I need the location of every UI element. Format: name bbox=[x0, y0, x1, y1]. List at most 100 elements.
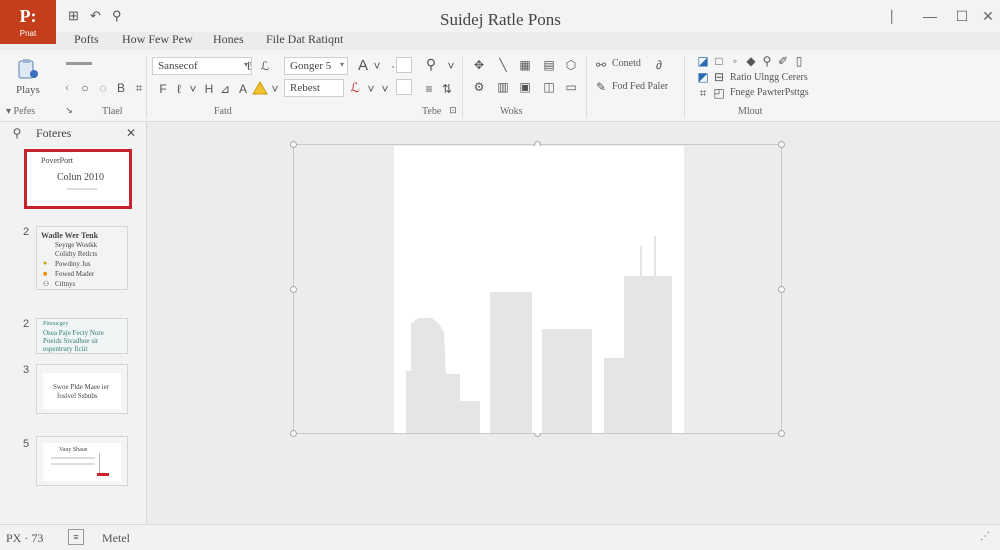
chevron-down-icon[interactable]: ˅ bbox=[444, 59, 458, 73]
chevron-down-icon[interactable]: ˅ bbox=[268, 82, 282, 96]
circle-icon[interactable]: ○ bbox=[78, 81, 92, 95]
slide-thumbnail-2[interactable]: Wadle Wer Tenk Seyrge Wostkk Colidty Ret… bbox=[36, 226, 128, 290]
search-icon[interactable]: ⚲ bbox=[424, 56, 438, 73]
font-color-icon[interactable]: A bbox=[356, 57, 370, 74]
link-icon[interactable]: ⚯ bbox=[594, 58, 608, 72]
ratio-line-2[interactable]: Fnege PawterPsttgs bbox=[730, 87, 809, 98]
list-icon[interactable]: ≡ bbox=[422, 82, 436, 96]
resize-handle[interactable] bbox=[290, 286, 297, 293]
chart-icon[interactable]: ◫ bbox=[542, 80, 556, 94]
line-style-icon[interactable] bbox=[66, 62, 92, 65]
highlight-dropdown[interactable] bbox=[396, 57, 412, 73]
indent-icon[interactable]: ⊿ bbox=[218, 82, 232, 96]
italic-icon[interactable]: F bbox=[156, 82, 170, 96]
line-icon[interactable]: ╲ bbox=[496, 58, 510, 72]
chevron-down-icon[interactable]: ˅ bbox=[186, 82, 200, 96]
gear-icon[interactable]: ⚙ bbox=[472, 80, 486, 94]
search-icon[interactable]: ⚲ bbox=[10, 126, 24, 140]
status-view[interactable]: Metel bbox=[102, 531, 130, 546]
tab-pofts[interactable]: Pofts bbox=[74, 32, 99, 47]
shading-dropdown[interactable] bbox=[396, 79, 412, 95]
select-icon[interactable]: ◪ bbox=[696, 54, 710, 68]
text-color-icon[interactable]: ℒ bbox=[348, 80, 362, 96]
crop-icon[interactable]: ⌗ bbox=[696, 86, 710, 101]
close-icon[interactable]: ✕ bbox=[978, 8, 998, 25]
resize-handle[interactable] bbox=[290, 141, 297, 148]
frame-icon[interactable]: ▭ bbox=[564, 80, 578, 94]
tab-hones[interactable]: Hones bbox=[213, 32, 244, 47]
slide-number: 3 bbox=[23, 364, 30, 376]
select-all-icon[interactable]: ◩ bbox=[696, 70, 710, 84]
resize-handle[interactable] bbox=[778, 141, 785, 148]
minimize-icon[interactable]: — bbox=[920, 8, 940, 24]
slide-canvas[interactable] bbox=[148, 122, 1000, 524]
diamond-icon[interactable]: ◆ bbox=[744, 54, 758, 68]
slide-number: 5 bbox=[23, 438, 30, 450]
slide-thumbnail-3[interactable]: Pinoucgey Osea Paje Fecty Nore Poeids Si… bbox=[36, 318, 128, 354]
slide-thumbnail-1[interactable]: PoverPort Colun 2010 bbox=[24, 149, 132, 209]
dialog-launcher-icon[interactable]: ⊡ bbox=[446, 105, 460, 116]
style-select[interactable]: Rebest bbox=[284, 79, 344, 97]
slide-page[interactable] bbox=[394, 146, 684, 433]
cut-icon[interactable]: ᚲ bbox=[60, 81, 74, 95]
slide-thumbnail-4[interactable]: Swoe Plde Maee ier fosivel Ssbnbs bbox=[36, 364, 128, 414]
app-logo[interactable]: P: Pnat bbox=[0, 0, 56, 44]
warning-icon[interactable] bbox=[252, 81, 268, 95]
document-icon[interactable]: ▯ bbox=[792, 54, 806, 68]
thumb-text: Ctltnys bbox=[55, 280, 76, 288]
close-icon[interactable]: ✕ bbox=[124, 126, 138, 140]
ratio-line-1[interactable]: Ratio Ulngg Cerers bbox=[730, 72, 808, 83]
shape-icon[interactable]: ✥ bbox=[472, 58, 486, 72]
align-icon[interactable]: ℓ bbox=[172, 82, 186, 96]
notes-icon[interactable]: ≡ bbox=[68, 529, 84, 545]
chevron-down-icon[interactable]: ˅ bbox=[370, 59, 384, 73]
resize-handle[interactable] bbox=[778, 430, 785, 437]
layout-icon[interactable]: ▤ bbox=[542, 58, 556, 72]
chevron-down-icon[interactable]: ˅ bbox=[364, 82, 378, 96]
underline-icon[interactable]: A bbox=[236, 82, 250, 96]
skyline-image[interactable] bbox=[394, 146, 684, 433]
fill-color-label[interactable]: Fod Fed Paler bbox=[612, 81, 668, 92]
square-icon[interactable]: □ bbox=[712, 54, 726, 68]
slide-number: 2 bbox=[23, 226, 30, 238]
group-icon[interactable]: ◰ bbox=[712, 86, 726, 100]
grid-icon[interactable]: ▥ bbox=[496, 80, 510, 94]
undo-icon[interactable]: ↶ bbox=[90, 8, 101, 24]
resize-grip-icon[interactable]: ⋰ bbox=[978, 531, 992, 542]
shield-icon[interactable]: ⬡ bbox=[564, 58, 578, 72]
connect-label[interactable]: Conetd bbox=[612, 58, 641, 69]
dialog-launcher-icon[interactable]: ↘ bbox=[62, 105, 76, 116]
dot-icon[interactable]: ◦ bbox=[728, 54, 742, 68]
thumb-text: Colidty Retlcts bbox=[55, 250, 98, 258]
resize-handle[interactable] bbox=[290, 430, 297, 437]
copy-icon[interactable]: ◌ bbox=[96, 81, 110, 95]
slide-thumbnail-5[interactable]: Vauy Sbaue bbox=[36, 436, 128, 486]
font-grow-icon[interactable]: ℒ bbox=[258, 59, 272, 73]
formula-icon[interactable]: ∂ bbox=[652, 58, 666, 72]
marker-icon[interactable]: ✐ bbox=[776, 54, 790, 68]
maximize-icon[interactable]: ☐ bbox=[952, 8, 972, 25]
pen-icon[interactable]: ✎ bbox=[594, 80, 608, 94]
strike-icon[interactable]: H bbox=[202, 82, 216, 96]
arrange-icon[interactable]: ⊟ bbox=[712, 70, 726, 84]
resize-handle[interactable] bbox=[778, 286, 785, 293]
pin-icon[interactable]: ⚲ bbox=[112, 8, 122, 24]
sort-icon[interactable]: ⇅ bbox=[440, 82, 454, 96]
brush-icon[interactable]: ⚲ bbox=[760, 54, 774, 68]
group-label-pefes: ▾ Pefes bbox=[6, 106, 36, 117]
chevron-down-icon[interactable]: ˅ bbox=[378, 82, 392, 96]
font-shrink-icon[interactable]: ℓ bbox=[242, 59, 256, 73]
paste-icon[interactable] bbox=[16, 58, 40, 80]
tab-how-few-pew[interactable]: How Few Pew bbox=[122, 32, 193, 47]
font-name-select[interactable]: Sansecof ▾ bbox=[152, 57, 252, 75]
format-painter-icon[interactable]: ⌗ bbox=[132, 81, 146, 96]
image-icon[interactable]: ▣ bbox=[518, 80, 532, 94]
grid-icon[interactable]: ⊞ bbox=[68, 8, 79, 24]
tab-file-dat[interactable]: File Dat Ratiqnt bbox=[266, 32, 343, 47]
ribbon-display-icon[interactable]: ⎸ bbox=[888, 8, 908, 25]
group-label-woks: Woks bbox=[500, 106, 523, 117]
font-size-select[interactable]: Gonger 5 ▾ bbox=[284, 57, 348, 75]
bold-icon[interactable]: B bbox=[114, 81, 128, 95]
style-value: Rebest bbox=[290, 82, 320, 94]
table-icon[interactable]: ▦ bbox=[518, 58, 532, 72]
